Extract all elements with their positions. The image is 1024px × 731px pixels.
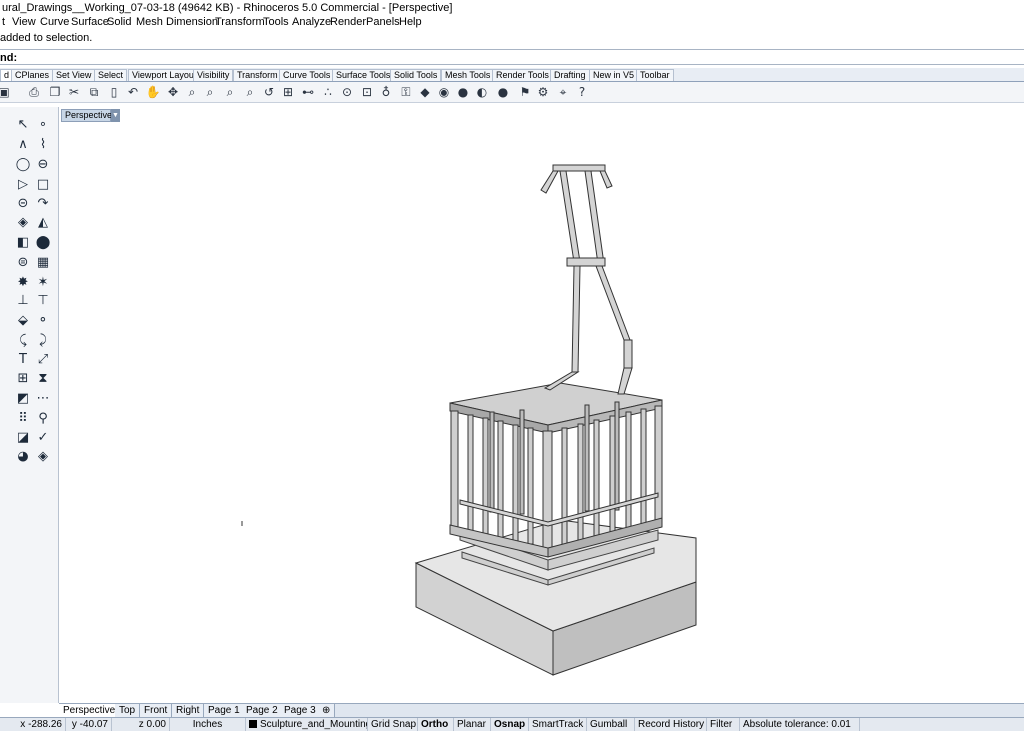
tab-perspective[interactable]: Perspective (59, 704, 121, 718)
layer-color-swatch (249, 720, 257, 728)
coord-x: x -288.26 (0, 718, 66, 731)
smarttrack-toggle[interactable]: SmartTrack (529, 718, 587, 731)
ortho-toggle[interactable]: Ortho (418, 718, 454, 731)
grid-snap-toggle[interactable]: Grid Snap (368, 718, 418, 731)
filter-toggle[interactable]: Filter (707, 718, 740, 731)
units-label[interactable]: Inches (170, 718, 246, 731)
add-layout-icon[interactable]: ⊕ (318, 704, 336, 718)
coord-y: y -40.07 (66, 718, 112, 731)
tab-front[interactable]: Front (140, 704, 173, 718)
base-block (414, 519, 697, 676)
tab-right[interactable]: Right (172, 704, 205, 718)
record-history-toggle[interactable]: Record History (635, 718, 707, 731)
coord-z: z 0.00 (112, 718, 170, 731)
tab-page-2[interactable]: Page 2 (242, 704, 283, 718)
tolerance-readout: Absolute tolerance: 0.01 (740, 718, 860, 731)
tab-page-3[interactable]: Page 3 (280, 704, 321, 718)
model-scene (241, 164, 697, 676)
sculpture-armature (540, 164, 633, 395)
osnap-toggle[interactable]: Osnap (491, 718, 529, 731)
tab-page-1[interactable]: Page 1 (204, 704, 245, 718)
viewport-tab-bar: Perspective Top Front Right Page 1 Page … (59, 703, 1024, 718)
planar-toggle[interactable]: Planar (454, 718, 491, 731)
gumball-toggle[interactable]: Gumball (587, 718, 635, 731)
current-layer[interactable]: Sculpture_and_Mounting_P (246, 718, 368, 731)
status-bar: x -288.26 y -40.07 z 0.00 Inches Sculptu… (0, 717, 1024, 731)
current-layer-name: Sculpture_and_Mounting_P (260, 719, 367, 730)
tab-top[interactable]: Top (115, 704, 141, 718)
